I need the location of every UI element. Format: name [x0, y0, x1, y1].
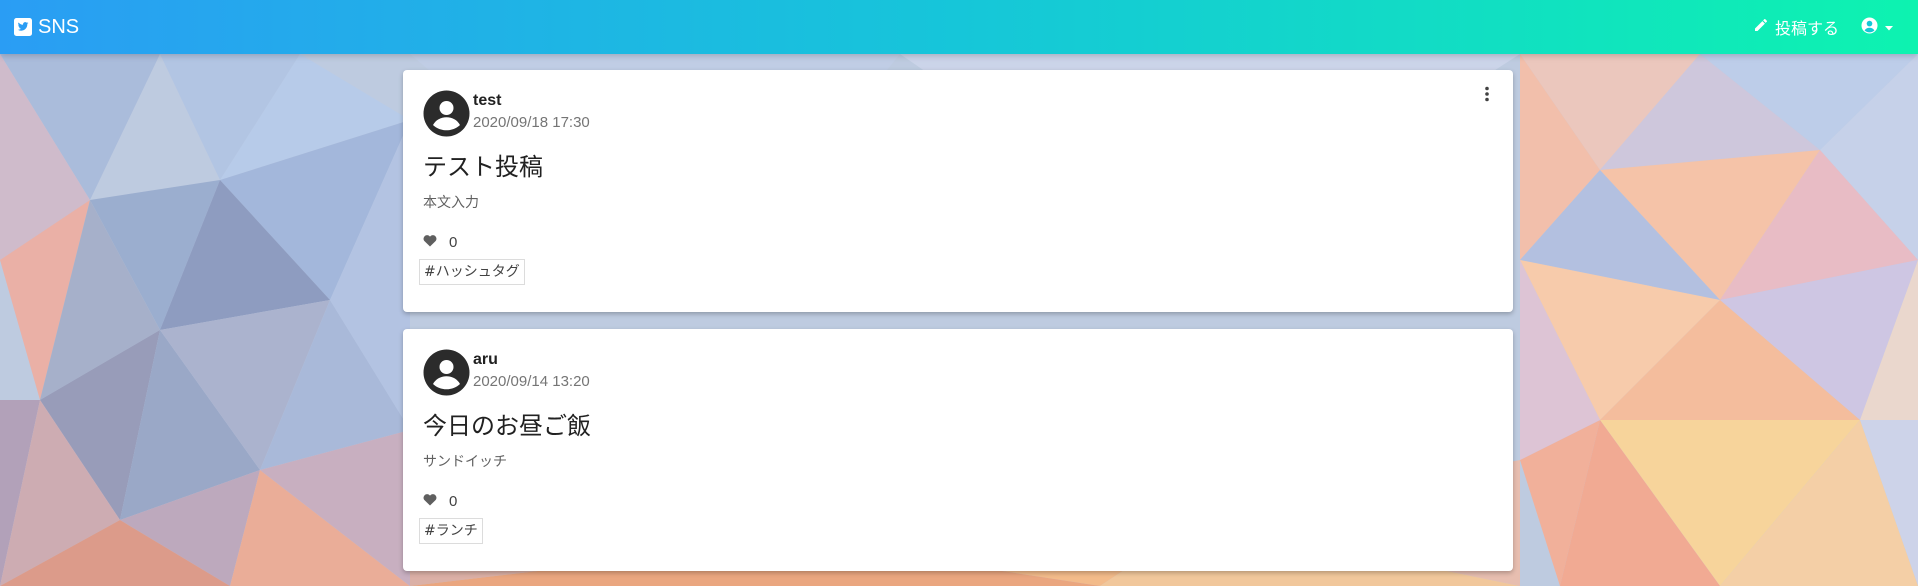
- post-card: test 2020/09/18 17:30 テスト投稿 本文入力 0 #ハッシュ…: [403, 70, 1513, 312]
- post-header: test 2020/09/18 17:30: [423, 90, 1493, 137]
- more-vertical-icon: [1484, 86, 1490, 106]
- top-navbar: SNS 投稿する: [0, 0, 1918, 54]
- post-title: テスト投稿: [423, 153, 543, 181]
- username[interactable]: test: [473, 91, 590, 111]
- caret-down-icon: [1884, 18, 1894, 37]
- like-button[interactable]: [423, 234, 437, 251]
- new-post-button[interactable]: 投稿する: [1753, 15, 1839, 39]
- brand-link[interactable]: SNS: [14, 16, 79, 39]
- post-timestamp: 2020/09/14 13:20: [473, 373, 590, 390]
- like-count: 0: [449, 234, 458, 251]
- hashtag-chip[interactable]: #ランチ: [419, 518, 483, 544]
- heart-icon: [423, 493, 437, 510]
- post-card: aru 2020/09/14 13:20 今日のお昼ご飯 サンドイッチ 0 #ラ…: [403, 329, 1513, 571]
- heart-icon: [423, 234, 437, 251]
- username[interactable]: aru: [473, 350, 590, 370]
- post-title: 今日のお昼ご飯: [423, 412, 591, 440]
- tag-list: #ランチ: [419, 518, 1493, 544]
- more-options-button[interactable]: [1479, 86, 1495, 106]
- like-row: 0: [423, 234, 1493, 251]
- like-count: 0: [449, 493, 458, 510]
- post-feed: test 2020/09/18 17:30 テスト投稿 本文入力 0 #ハッシュ…: [403, 70, 1513, 586]
- like-row: 0: [423, 493, 1493, 510]
- new-post-label: 投稿する: [1774, 19, 1839, 38]
- user-meta: aru 2020/09/14 13:20: [473, 349, 590, 394]
- like-button[interactable]: [423, 493, 437, 510]
- post-body: サンドイッチ: [423, 454, 507, 470]
- post-body: 本文入力: [423, 195, 479, 211]
- hashtag-chip[interactable]: #ハッシュタグ: [419, 259, 525, 285]
- account-menu-button[interactable]: [1861, 17, 1894, 38]
- avatar[interactable]: [423, 90, 470, 137]
- navbar-actions: 投稿する: [1753, 15, 1904, 39]
- user-meta: test 2020/09/18 17:30: [473, 90, 590, 135]
- post-header: aru 2020/09/14 13:20: [423, 349, 1493, 396]
- user-circle-icon: [1861, 17, 1878, 38]
- avatar[interactable]: [423, 349, 470, 396]
- pencil-icon: [1753, 17, 1769, 37]
- twitter-square-icon: [14, 18, 32, 36]
- post-timestamp: 2020/09/18 17:30: [473, 114, 590, 131]
- brand-label: SNS: [38, 15, 80, 38]
- tag-list: #ハッシュタグ: [419, 259, 1493, 285]
